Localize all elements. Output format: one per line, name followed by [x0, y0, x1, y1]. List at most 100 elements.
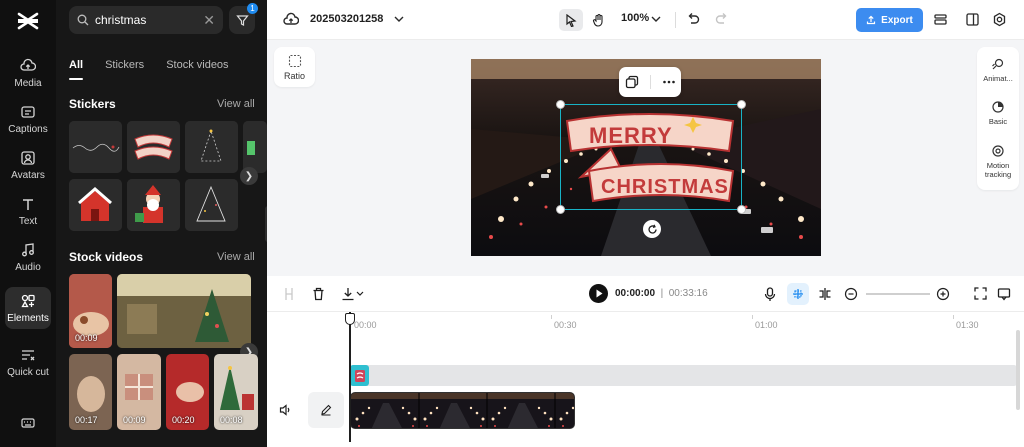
download-icon[interactable] [341, 287, 365, 301]
sticker-clip-thumb [354, 369, 365, 382]
sticker-thumb[interactable] [185, 121, 238, 173]
ruler-tick [953, 315, 954, 319]
sticker-thumb[interactable] [127, 121, 180, 173]
elements-panel: ✕ 1 All Stickers Stock videos Stickers V… [56, 0, 267, 447]
resize-handle-top-right[interactable] [737, 100, 746, 109]
hand-tool-button[interactable] [589, 10, 609, 30]
ruler-tick [752, 315, 753, 319]
rail-item-captions[interactable]: Captions [5, 98, 51, 140]
stickers-next-arrow[interactable]: ❯ [240, 167, 258, 185]
fullscreen-icon[interactable] [974, 287, 987, 300]
music-note-icon [22, 242, 34, 256]
timeline-zoom-slider[interactable] [866, 293, 930, 295]
sticker-thumb[interactable] [185, 179, 238, 231]
sticker-red-house [69, 179, 122, 231]
more-options-icon[interactable] [662, 75, 676, 89]
stack-icon[interactable] [933, 12, 948, 27]
resize-handle-bottom-right[interactable] [737, 205, 746, 214]
stock-videos-view-all-link[interactable]: View all [217, 251, 255, 263]
rail-item-elements[interactable]: Elements [5, 287, 51, 329]
video-clip-filmstrip [351, 393, 574, 428]
rail-item-media[interactable]: Media [5, 52, 51, 94]
export-button[interactable]: Export [856, 8, 923, 32]
motion-tracking-icon [992, 145, 1004, 157]
chevron-down-icon[interactable] [394, 15, 404, 23]
sticker-outline-tree [185, 179, 238, 231]
stock-video-thumb[interactable]: 00:09 [117, 354, 161, 430]
search-box[interactable]: ✕ [69, 6, 223, 34]
comment-icon[interactable] [997, 287, 1011, 301]
delete-trash-icon[interactable] [312, 287, 325, 301]
rail-item-quick-cut[interactable]: Quick cut [5, 338, 51, 386]
ratio-button[interactable]: Ratio [274, 47, 315, 87]
search-input[interactable] [95, 13, 187, 27]
playhead-handle[interactable] [345, 313, 355, 325]
left-rail: Media Captions Avatars Text Audio Elemen… [0, 0, 56, 447]
select-tool-button[interactable] [559, 9, 583, 31]
stickers-view-all-link[interactable]: View all [217, 98, 255, 110]
rail-label: Avatars [11, 169, 45, 181]
sticker-track[interactable] [350, 365, 1017, 386]
stock-videos-section-title: Stock videos [69, 250, 144, 264]
clear-search-icon[interactable]: ✕ [203, 12, 215, 29]
timeline-scrollbar[interactable] [1016, 330, 1020, 410]
zoom-in-icon[interactable] [936, 287, 950, 301]
stock-video-thumb[interactable]: 00:08 [214, 354, 258, 430]
animation-label: Animat... [983, 74, 1013, 83]
tab-all[interactable]: All [69, 59, 83, 71]
rail-label: Quick cut [7, 366, 49, 378]
edit-cover-button[interactable] [308, 392, 344, 428]
mute-speaker-icon[interactable] [279, 404, 292, 416]
resize-handle-top-left[interactable] [556, 100, 565, 109]
stock-video-thumb[interactable]: 00:17 [69, 354, 112, 430]
stickers-section-title: Stickers [69, 97, 116, 111]
rail-item-audio[interactable]: Audio [5, 236, 51, 278]
zoom-chevron-icon[interactable] [651, 15, 661, 23]
rotate-handle[interactable] [643, 220, 661, 238]
rail-item-text[interactable]: Text [5, 190, 51, 232]
microphone-icon[interactable] [764, 287, 776, 302]
rail-item-avatars[interactable]: Avatars [5, 144, 51, 186]
ruler-tick [551, 315, 552, 319]
stock-video-thumb[interactable]: 00:09 [69, 274, 112, 348]
redo-icon[interactable] [715, 12, 729, 26]
layout-panel-icon[interactable] [965, 12, 980, 27]
sticker-thumb[interactable] [69, 179, 122, 231]
project-name[interactable]: 202503201258 [310, 13, 383, 25]
timeline-tracks[interactable]: 00:00 00:30 01:00 01:30 [267, 312, 1024, 447]
float-divider [649, 75, 651, 89]
rail-item-keyboard[interactable] [5, 408, 51, 438]
auto-snap-toggle[interactable] [787, 283, 809, 305]
tab-stock-videos[interactable]: Stock videos [166, 59, 228, 71]
sticker-selection-box[interactable] [556, 100, 746, 214]
resize-handle-bottom-left[interactable] [556, 205, 565, 214]
sticker-script-merry-christmas [69, 121, 122, 173]
sticker-thumb[interactable] [243, 121, 267, 173]
sticker-thumb[interactable] [127, 179, 180, 231]
duplicate-icon[interactable] [625, 75, 639, 89]
undo-icon[interactable] [686, 12, 700, 26]
zoom-level[interactable]: 100% [621, 12, 649, 24]
basic-tool[interactable]: Basic [977, 100, 1019, 126]
cloud-sync-icon[interactable] [283, 12, 299, 26]
rail-label: Media [14, 77, 42, 89]
zoom-out-icon[interactable] [844, 287, 858, 301]
sticker-thumb[interactable] [69, 121, 122, 173]
sticker-clip[interactable] [350, 365, 369, 386]
stock-video-thumb[interactable]: 00:20 [166, 354, 209, 430]
split-icon[interactable] [283, 287, 295, 301]
ratio-label: Ratio [283, 70, 305, 81]
capcut-logo-icon[interactable] [16, 10, 40, 32]
animation-tool[interactable]: Animat... [977, 57, 1019, 83]
total-duration: 00:33:16 [668, 288, 708, 299]
stock-video-thumb[interactable] [117, 274, 251, 348]
video-preview[interactable]: MERRY CHRISTMAS [471, 59, 821, 256]
sticker-partial [243, 121, 267, 173]
playhead-line[interactable] [349, 312, 351, 442]
split-screen-icon[interactable] [818, 287, 832, 301]
motion-tracking-tool[interactable]: Motion tracking [977, 144, 1019, 179]
video-clip[interactable] [350, 392, 575, 429]
settings-gear-icon[interactable] [992, 12, 1007, 27]
tab-stickers[interactable]: Stickers [105, 59, 144, 71]
play-button[interactable] [589, 284, 608, 303]
